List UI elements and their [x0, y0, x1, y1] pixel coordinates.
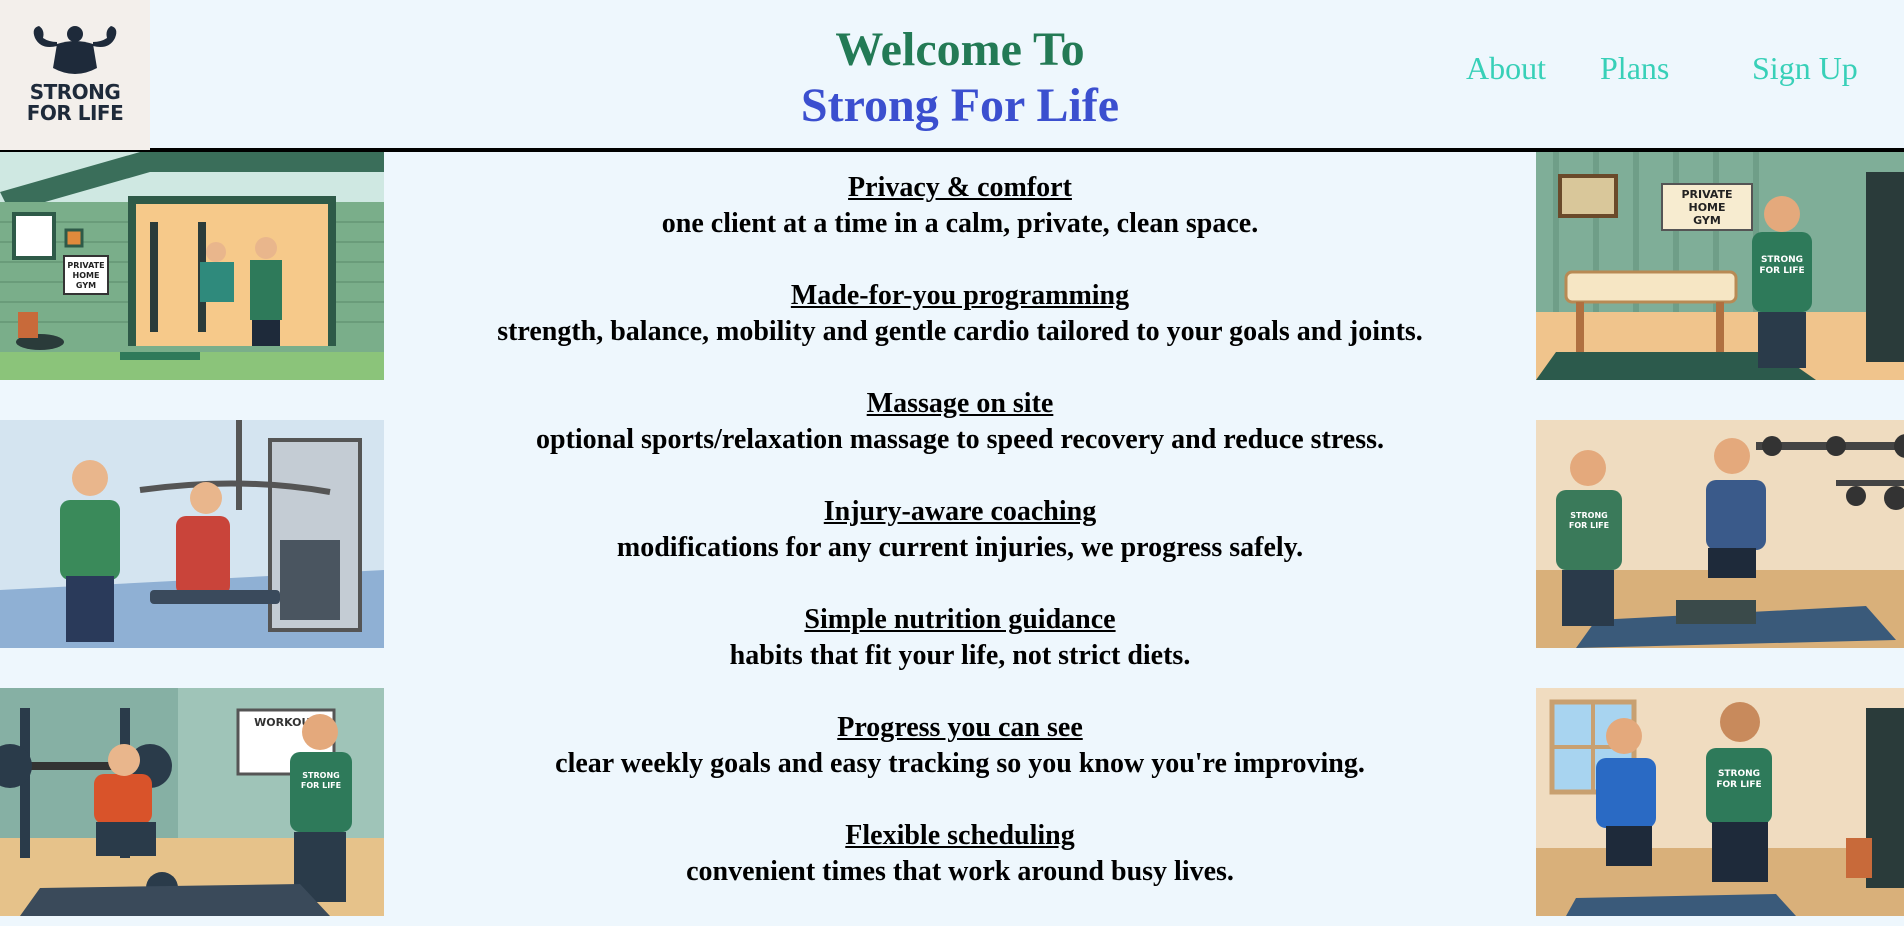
- flexing-man-icon: [33, 26, 117, 74]
- svg-text:HOME: HOME: [73, 271, 100, 280]
- lunge-image: STRONG FOR LIFE: [1536, 688, 1904, 916]
- feature-title: Simple nutrition guidance: [804, 604, 1116, 635]
- feature-item: Injury-aware coaching modifications for …: [384, 494, 1536, 566]
- feature-desc: modifications for any current injuries, …: [616, 532, 1304, 563]
- feature-title: Flexible scheduling: [845, 820, 1075, 851]
- logo-line2: FOR LIFE: [26, 101, 124, 125]
- logo[interactable]: STRONG FOR LIFE: [0, 0, 150, 150]
- svg-text:FOR LIFE: FOR LIFE: [1569, 521, 1609, 530]
- nav-plans-link[interactable]: Plans: [1600, 46, 1669, 90]
- feature-title: Progress you can see: [837, 712, 1083, 743]
- svg-text:STRONG: STRONG: [1761, 255, 1803, 265]
- svg-text:FOR LIFE: FOR LIFE: [1716, 780, 1761, 790]
- nav-about-link[interactable]: About: [1466, 46, 1546, 90]
- feature-item: Massage on site optional sports/relaxati…: [384, 386, 1536, 458]
- title-line2: Strong For Life: [800, 79, 1120, 132]
- nav-signup-link[interactable]: Sign Up: [1752, 46, 1858, 90]
- massage-room-image: PRIVATE HOME GYM STRONG FOR LIFE: [1536, 152, 1904, 380]
- page-title: Welcome To Strong For Life: [650, 22, 1270, 134]
- garage-gym-image: PRIVATE HOME GYM: [0, 152, 384, 380]
- svg-text:GYM: GYM: [1693, 214, 1721, 227]
- step-up-image: STRONG FOR LIFE: [1536, 420, 1904, 648]
- site-header: STRONG FOR LIFE Welcome To Strong For Li…: [0, 0, 1904, 152]
- feature-desc: one client at a time in a calm, private,…: [661, 208, 1259, 239]
- svg-text:PRIVATE: PRIVATE: [67, 261, 104, 270]
- feature-title: Injury-aware coaching: [823, 496, 1097, 527]
- feature-item: Simple nutrition guidance habits that fi…: [384, 602, 1536, 674]
- svg-text:STRONG: STRONG: [1718, 769, 1760, 779]
- feature-desc: convenient times that work around busy l…: [686, 856, 1234, 887]
- feature-desc: strength, balance, mobility and gentle c…: [497, 316, 1423, 347]
- svg-text:STRONG: STRONG: [1570, 511, 1607, 520]
- svg-text:HOME: HOME: [1688, 201, 1725, 214]
- svg-text:STRONG: STRONG: [302, 771, 339, 780]
- feature-item: Flexible scheduling convenient times tha…: [384, 818, 1536, 890]
- lat-pulldown-image: [0, 420, 384, 648]
- svg-text:FOR LIFE: FOR LIFE: [301, 781, 341, 790]
- feature-item: Made-for-you programming strength, balan…: [384, 278, 1536, 350]
- feature-title: Massage on site: [866, 388, 1054, 419]
- feature-item: Privacy & comfort one client at a time i…: [384, 170, 1536, 242]
- feature-desc: habits that fit your life, not strict di…: [729, 640, 1191, 671]
- svg-text:GYM: GYM: [76, 281, 96, 290]
- feature-desc: clear weekly goals and easy tracking so …: [555, 748, 1365, 779]
- svg-text:PRIVATE: PRIVATE: [1681, 188, 1732, 201]
- kettlebell-image: WORKOUT STRONG FOR LIFE: [0, 688, 384, 916]
- feature-desc: optional sports/relaxation massage to sp…: [536, 424, 1384, 455]
- feature-title: Privacy & comfort: [848, 172, 1072, 203]
- svg-text:FOR LIFE: FOR LIFE: [1759, 266, 1804, 276]
- features-list: Privacy & comfort one client at a time i…: [384, 170, 1536, 926]
- main-nav: About Plans Sign Up: [1444, 46, 1904, 90]
- title-line1: Welcome To: [835, 23, 1085, 76]
- logo-line1: STRONG: [29, 80, 121, 104]
- feature-item: Progress you can see clear weekly goals …: [384, 710, 1536, 782]
- feature-title: Made-for-you programming: [790, 280, 1130, 311]
